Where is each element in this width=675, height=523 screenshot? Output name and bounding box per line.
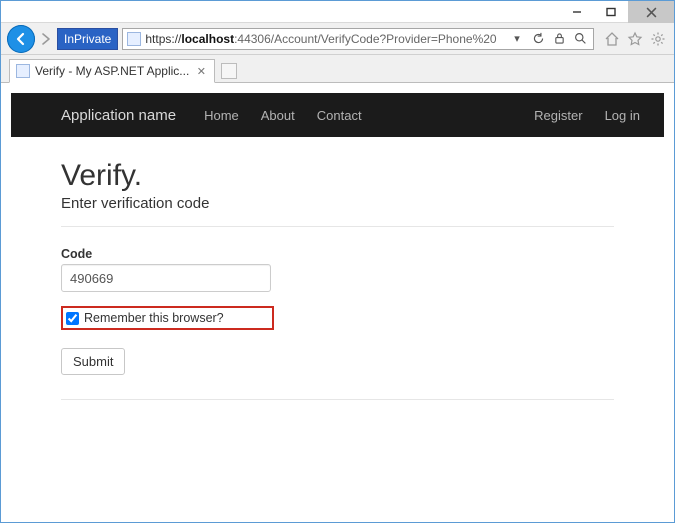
tools-gear-icon[interactable]: [648, 29, 668, 49]
remember-highlight: Remember this browser?: [61, 306, 274, 330]
url-text: https://localhost:44306/Account/VerifyCo…: [145, 32, 504, 46]
url-rest: :44306/Account/VerifyCode?Provider=Phone…: [234, 32, 497, 46]
tab-close-icon[interactable]: ✕: [194, 64, 208, 78]
brand-label[interactable]: Application name: [61, 107, 176, 124]
favorites-icon[interactable]: [625, 29, 645, 49]
refresh-icon[interactable]: [529, 30, 547, 48]
page-title: Verify.: [61, 159, 614, 193]
browser-window: InPrivate https://localhost:44306/Accoun…: [0, 0, 675, 523]
maximize-button[interactable]: [594, 1, 628, 23]
divider-top: [61, 226, 614, 227]
code-input[interactable]: [61, 264, 271, 292]
app-navbar: Application name Home About Contact Regi…: [11, 93, 664, 137]
lock-icon[interactable]: [550, 30, 568, 48]
dropdown-icon[interactable]: ▾: [508, 30, 526, 48]
home-icon[interactable]: [602, 29, 622, 49]
nav-register[interactable]: Register: [534, 108, 582, 123]
window-titlebar: [1, 1, 674, 23]
remember-label: Remember this browser?: [84, 311, 224, 325]
url-host: localhost: [181, 32, 234, 46]
code-field-group: Code: [61, 247, 614, 292]
search-icon[interactable]: [571, 30, 589, 48]
submit-group: Submit: [61, 330, 614, 375]
tab-title: Verify - My ASP.NET Applic...: [35, 64, 189, 78]
page-icon: [127, 32, 141, 46]
divider-bottom: [61, 399, 614, 400]
nav-home[interactable]: Home: [204, 108, 239, 123]
submit-button[interactable]: Submit: [61, 348, 125, 375]
browser-tab-active[interactable]: Verify - My ASP.NET Applic... ✕: [9, 59, 215, 83]
tab-strip: Verify - My ASP.NET Applic... ✕: [1, 55, 674, 83]
remember-checkbox[interactable]: [66, 312, 79, 325]
code-label: Code: [61, 247, 614, 261]
page-viewport: Application name Home About Contact Regi…: [1, 83, 674, 522]
nav-about[interactable]: About: [261, 108, 295, 123]
url-controls: ▾: [508, 30, 589, 48]
browser-tool-icons: [602, 29, 668, 49]
address-bar-row: InPrivate https://localhost:44306/Accoun…: [1, 23, 674, 55]
inprivate-badge: InPrivate: [57, 28, 118, 50]
close-button[interactable]: [628, 1, 674, 23]
new-tab-button[interactable]: [221, 63, 237, 79]
page-container: Verify. Enter verification code Code Rem…: [11, 137, 664, 434]
nav-contact[interactable]: Contact: [317, 108, 362, 123]
forward-button[interactable]: [39, 25, 53, 53]
minimize-button[interactable]: [560, 1, 594, 23]
page-subtitle: Enter verification code: [61, 195, 614, 212]
tab-page-icon: [16, 64, 30, 78]
back-button[interactable]: [7, 25, 35, 53]
address-bar[interactable]: https://localhost:44306/Account/VerifyCo…: [122, 28, 594, 50]
nav-login[interactable]: Log in: [605, 108, 640, 123]
remember-group: Remember this browser?: [61, 306, 614, 330]
url-scheme: https://: [145, 32, 181, 46]
